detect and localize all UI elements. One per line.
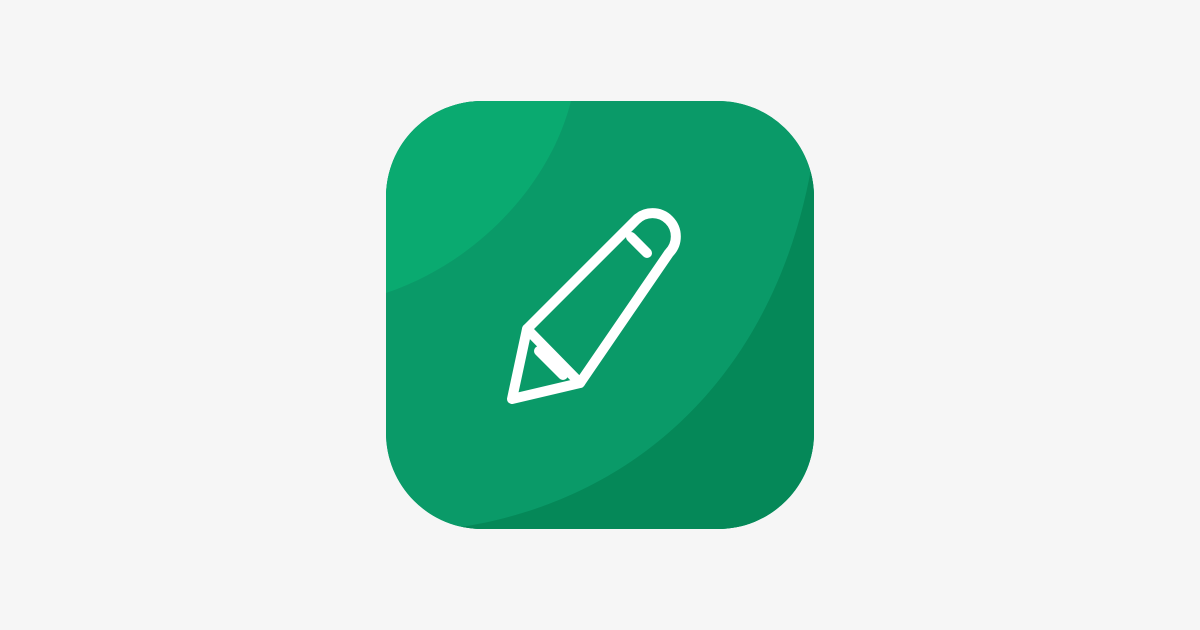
app-icon-tile[interactable] bbox=[386, 101, 814, 529]
page-canvas bbox=[0, 0, 1200, 630]
app-icon-artwork bbox=[386, 101, 814, 529]
